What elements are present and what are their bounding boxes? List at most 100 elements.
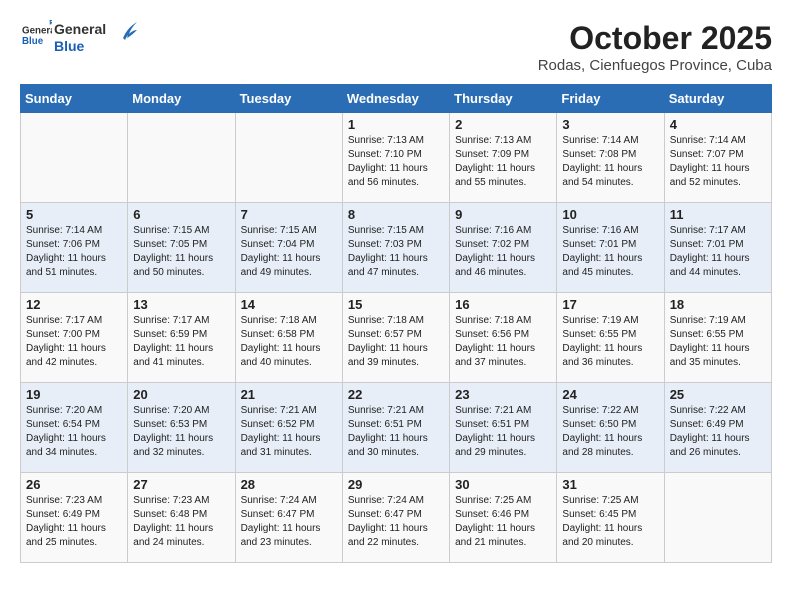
day-info: Sunrise: 7:16 AM Sunset: 7:01 PM Dayligh… xyxy=(562,224,658,280)
day-number: 18 xyxy=(670,297,766,312)
calendar-cell: 30 Sunrise: 7:25 AM Sunset: 6:46 PM Dayli… xyxy=(450,473,557,563)
day-info: Sunrise: 7:14 AM Sunset: 7:06 PM Dayligh… xyxy=(26,224,122,280)
day-number: 10 xyxy=(562,207,658,222)
logo-bird-icon xyxy=(109,20,137,47)
day-info: Sunrise: 7:24 AM Sunset: 6:47 PM Dayligh… xyxy=(348,494,444,550)
calendar-cell xyxy=(128,113,235,203)
day-number: 25 xyxy=(670,387,766,402)
day-number: 20 xyxy=(133,387,229,402)
day-number: 6 xyxy=(133,207,229,222)
logo-blue: Blue xyxy=(54,38,106,54)
calendar-cell: 10 Sunrise: 7:16 AM Sunset: 7:01 PM Dayli… xyxy=(557,203,664,293)
calendar-cell: 12 Sunrise: 7:17 AM Sunset: 7:00 PM Dayli… xyxy=(21,293,128,383)
logo-general: General xyxy=(54,21,106,37)
calendar-week-row: 19 Sunrise: 7:20 AM Sunset: 6:54 PM Dayli… xyxy=(21,383,772,473)
calendar-cell: 25 Sunrise: 7:22 AM Sunset: 6:49 PM Dayli… xyxy=(664,383,771,473)
day-number: 3 xyxy=(562,117,658,132)
day-number: 15 xyxy=(348,297,444,312)
day-info: Sunrise: 7:21 AM Sunset: 6:51 PM Dayligh… xyxy=(348,404,444,460)
day-number: 26 xyxy=(26,477,122,492)
calendar-cell: 8 Sunrise: 7:15 AM Sunset: 7:03 PM Daylig… xyxy=(342,203,449,293)
day-info: Sunrise: 7:17 AM Sunset: 7:00 PM Dayligh… xyxy=(26,314,122,370)
day-info: Sunrise: 7:24 AM Sunset: 6:47 PM Dayligh… xyxy=(241,494,337,550)
calendar-cell: 18 Sunrise: 7:19 AM Sunset: 6:55 PM Dayli… xyxy=(664,293,771,383)
calendar-cell xyxy=(21,113,128,203)
day-info: Sunrise: 7:15 AM Sunset: 7:05 PM Dayligh… xyxy=(133,224,229,280)
day-info: Sunrise: 7:15 AM Sunset: 7:03 PM Dayligh… xyxy=(348,224,444,280)
day-info: Sunrise: 7:18 AM Sunset: 6:58 PM Dayligh… xyxy=(241,314,337,370)
logo-wordmark: General Blue xyxy=(54,21,106,53)
calendar-cell: 13Sunrise: 7:17 AM Sunset: 6:59 PM Dayli… xyxy=(128,293,235,383)
day-number: 5 xyxy=(26,207,122,222)
day-info: Sunrise: 7:22 AM Sunset: 6:50 PM Dayligh… xyxy=(562,404,658,460)
day-number: 16 xyxy=(455,297,551,312)
day-number: 7 xyxy=(241,207,337,222)
day-info: Sunrise: 7:19 AM Sunset: 6:55 PM Dayligh… xyxy=(670,314,766,370)
day-number: 12 xyxy=(26,297,122,312)
calendar-cell: 16 Sunrise: 7:18 AM Sunset: 6:56 PM Dayli… xyxy=(450,293,557,383)
day-number: 29 xyxy=(348,477,444,492)
day-info: Sunrise: 7:17 AM Sunset: 6:59 PM Dayligh… xyxy=(133,314,229,370)
day-info: Sunrise: 7:18 AM Sunset: 6:57 PM Dayligh… xyxy=(348,314,444,370)
calendar-cell xyxy=(664,473,771,563)
calendar-cell: 5 Sunrise: 7:14 AM Sunset: 7:06 PM Daylig… xyxy=(21,203,128,293)
calendar-cell: 19 Sunrise: 7:20 AM Sunset: 6:54 PM Dayli… xyxy=(21,383,128,473)
weekday-header: Tuesday xyxy=(235,85,342,113)
calendar-week-row: 5 Sunrise: 7:14 AM Sunset: 7:06 PM Daylig… xyxy=(21,203,772,293)
day-info: Sunrise: 7:14 AM Sunset: 7:07 PM Dayligh… xyxy=(670,134,766,190)
weekday-header: Saturday xyxy=(664,85,771,113)
calendar-body: 1Sunrise: 7:13 AM Sunset: 7:10 PM Daylig… xyxy=(21,113,772,563)
day-info: Sunrise: 7:25 AM Sunset: 6:45 PM Dayligh… xyxy=(562,494,658,550)
title-block: October 2025 Rodas, Cienfuegos Province,… xyxy=(538,20,772,74)
svg-text:Blue: Blue xyxy=(22,36,44,47)
weekday-header: Sunday xyxy=(21,85,128,113)
calendar-week-row: 12 Sunrise: 7:17 AM Sunset: 7:00 PM Dayli… xyxy=(21,293,772,383)
day-number: 8 xyxy=(348,207,444,222)
day-number: 19 xyxy=(26,387,122,402)
calendar-cell: 21Sunrise: 7:21 AM Sunset: 6:52 PM Dayli… xyxy=(235,383,342,473)
day-number: 14 xyxy=(241,297,337,312)
calendar-header-row: SundayMondayTuesdayWednesdayThursdayFrid… xyxy=(21,85,772,113)
day-number: 24 xyxy=(562,387,658,402)
calendar-cell: 7 Sunrise: 7:15 AM Sunset: 7:04 PM Daylig… xyxy=(235,203,342,293)
day-number: 2 xyxy=(455,117,551,132)
day-number: 17 xyxy=(562,297,658,312)
weekday-header: Monday xyxy=(128,85,235,113)
calendar-cell: 28Sunrise: 7:24 AM Sunset: 6:47 PM Dayli… xyxy=(235,473,342,563)
day-info: Sunrise: 7:13 AM Sunset: 7:10 PM Dayligh… xyxy=(348,134,444,190)
day-number: 30 xyxy=(455,477,551,492)
logo-icon: General Blue xyxy=(22,20,52,50)
calendar-cell: 29 Sunrise: 7:24 AM Sunset: 6:47 PM Dayli… xyxy=(342,473,449,563)
calendar-cell: 31Sunrise: 7:25 AM Sunset: 6:45 PM Dayli… xyxy=(557,473,664,563)
day-number: 22 xyxy=(348,387,444,402)
day-info: Sunrise: 7:23 AM Sunset: 6:48 PM Dayligh… xyxy=(133,494,229,550)
day-number: 23 xyxy=(455,387,551,402)
calendar-cell: 2 Sunrise: 7:13 AM Sunset: 7:09 PM Daylig… xyxy=(450,113,557,203)
calendar-cell xyxy=(235,113,342,203)
logo-text: General Blue xyxy=(20,20,52,55)
day-info: Sunrise: 7:17 AM Sunset: 7:01 PM Dayligh… xyxy=(670,224,766,280)
calendar-cell: 20Sunrise: 7:20 AM Sunset: 6:53 PM Dayli… xyxy=(128,383,235,473)
calendar-cell: 1Sunrise: 7:13 AM Sunset: 7:10 PM Daylig… xyxy=(342,113,449,203)
calendar-cell: 23Sunrise: 7:21 AM Sunset: 6:51 PM Dayli… xyxy=(450,383,557,473)
day-info: Sunrise: 7:22 AM Sunset: 6:49 PM Dayligh… xyxy=(670,404,766,460)
calendar-cell: 3 Sunrise: 7:14 AM Sunset: 7:08 PM Daylig… xyxy=(557,113,664,203)
calendar-cell: 15 Sunrise: 7:18 AM Sunset: 6:57 PM Dayli… xyxy=(342,293,449,383)
day-number: 11 xyxy=(670,207,766,222)
day-info: Sunrise: 7:15 AM Sunset: 7:04 PM Dayligh… xyxy=(241,224,337,280)
calendar-cell: 9Sunrise: 7:16 AM Sunset: 7:02 PM Daylig… xyxy=(450,203,557,293)
day-info: Sunrise: 7:14 AM Sunset: 7:08 PM Dayligh… xyxy=(562,134,658,190)
weekday-header: Thursday xyxy=(450,85,557,113)
day-info: Sunrise: 7:25 AM Sunset: 6:46 PM Dayligh… xyxy=(455,494,551,550)
day-info: Sunrise: 7:13 AM Sunset: 7:09 PM Dayligh… xyxy=(455,134,551,190)
weekday-header: Friday xyxy=(557,85,664,113)
calendar-cell: 27Sunrise: 7:23 AM Sunset: 6:48 PM Dayli… xyxy=(128,473,235,563)
calendar-week-row: 1Sunrise: 7:13 AM Sunset: 7:10 PM Daylig… xyxy=(21,113,772,203)
day-info: Sunrise: 7:18 AM Sunset: 6:56 PM Dayligh… xyxy=(455,314,551,370)
calendar-cell: 26 Sunrise: 7:23 AM Sunset: 6:49 PM Dayli… xyxy=(21,473,128,563)
day-info: Sunrise: 7:19 AM Sunset: 6:55 PM Dayligh… xyxy=(562,314,658,370)
month-title: October 2025 xyxy=(538,20,772,57)
day-info: Sunrise: 7:20 AM Sunset: 6:54 PM Dayligh… xyxy=(26,404,122,460)
day-info: Sunrise: 7:23 AM Sunset: 6:49 PM Dayligh… xyxy=(26,494,122,550)
page-header: General Blue General Blue October 2025 R… xyxy=(20,20,772,74)
